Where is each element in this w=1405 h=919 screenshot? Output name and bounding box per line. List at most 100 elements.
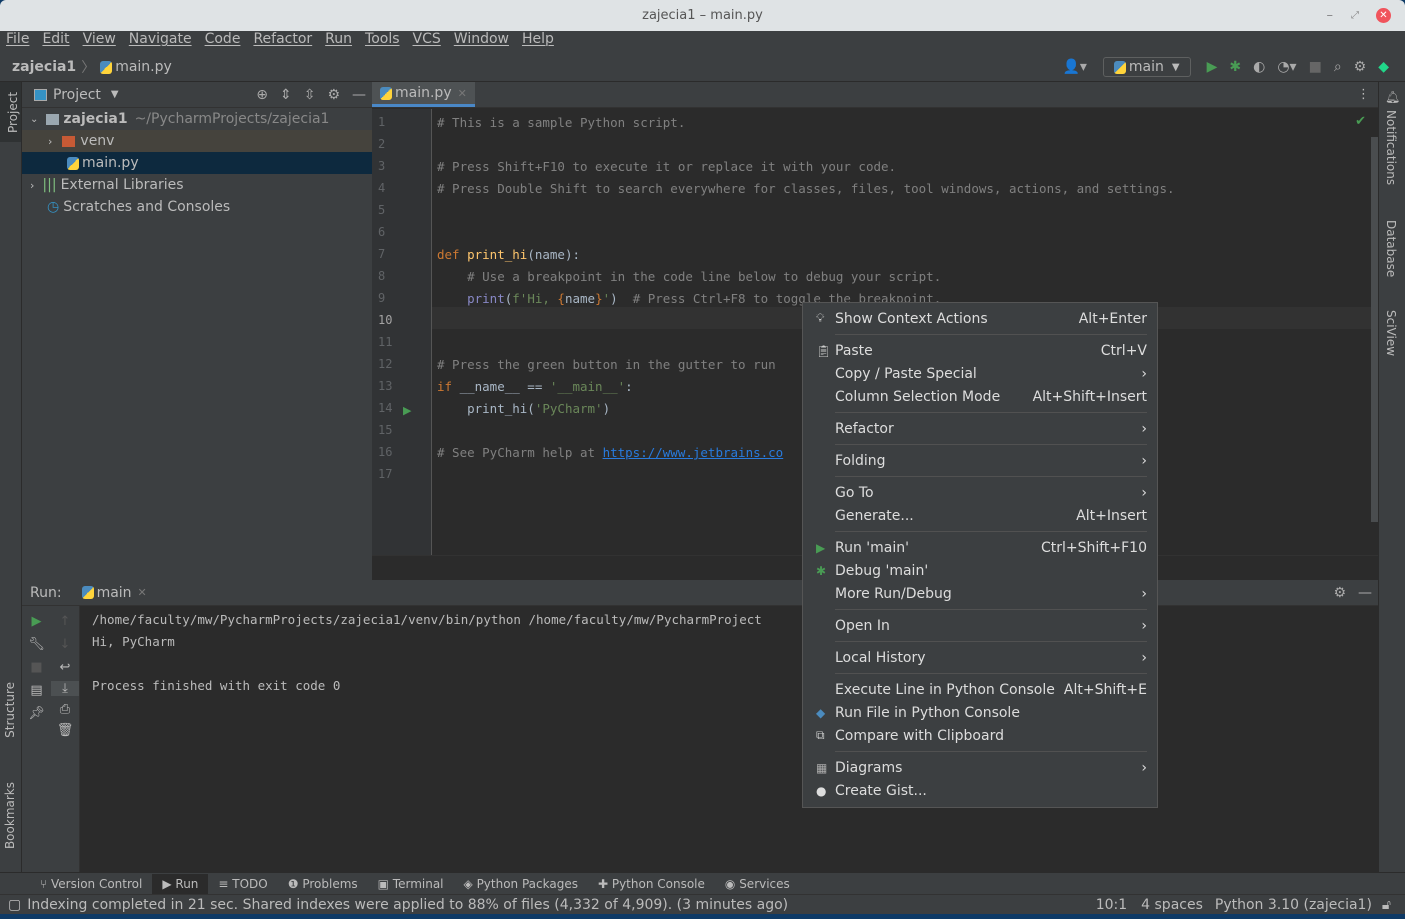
stop-icon[interactable]: ■ (1309, 59, 1322, 75)
status-icon[interactable]: ▢ (8, 897, 21, 913)
wrench-icon[interactable]: 🔧︎ (22, 637, 51, 652)
tree-item-external-libraries[interactable]: › ||| External Libraries (22, 174, 372, 196)
user-icon[interactable]: 👤▾ (1062, 59, 1086, 75)
context-menu-item-execute-line-in-python-console[interactable]: Execute Line in Python Console Alt+Shift+… (803, 678, 1157, 701)
chevron-down-icon[interactable]: ▼ (111, 89, 119, 100)
minimize-button[interactable]: – (1327, 0, 1334, 31)
tree-item-main-py[interactable]: main.py (22, 152, 372, 174)
tool-window-terminal[interactable]: ▣ Terminal (368, 874, 454, 894)
gear-icon[interactable]: ⚙ (327, 87, 340, 103)
menu-view[interactable]: View (83, 31, 116, 53)
context-menu-item-local-history[interactable]: Local History › (803, 646, 1157, 669)
menu-help[interactable]: Help (522, 31, 554, 53)
layout-icon[interactable]: ▤ (22, 683, 51, 698)
close-button[interactable]: ✕ (1376, 8, 1391, 23)
tree-item-project-root[interactable]: ⌄ zajecia1 ~/PycharmProjects/zajecia1 (22, 108, 372, 130)
scroll-to-end-icon[interactable]: ⤓ (51, 681, 79, 696)
up-arrow-icon[interactable]: ↑ (51, 614, 79, 629)
run-config-select[interactable]: main ▼ (1102, 57, 1191, 77)
context-menu-item-show-context-actions[interactable]: 💡︎ Show Context Actions Alt+Enter (803, 307, 1157, 330)
run-icon[interactable]: ▶ (1207, 59, 1218, 75)
tool-window-todo[interactable]: ≡ TODO (208, 874, 277, 894)
interpreter-setting[interactable]: Python 3.10 (zajecia1) (1215, 897, 1372, 913)
rerun-icon[interactable]: ▶ (22, 614, 51, 629)
code-token: print_hi( (437, 401, 535, 416)
context-menu-item-compare-with-clipboard[interactable]: ⧉ Compare with Clipboard (803, 724, 1157, 747)
run-tab[interactable]: main (97, 585, 132, 601)
context-menu-item-debug-main[interactable]: ✱ Debug 'main' (803, 559, 1157, 582)
tab-main-py[interactable]: main.py ✕ (372, 82, 475, 107)
context-menu-item-paste[interactable]: 📋︎ Paste Ctrl+V (803, 339, 1157, 362)
caret-position[interactable]: 10:1 (1096, 897, 1127, 913)
context-menu-item-run-main[interactable]: ▶ Run 'main' Ctrl+Shift+F10 (803, 536, 1157, 559)
print-icon[interactable]: ⎙ (51, 702, 79, 717)
sciview-tool-button[interactable]: SciView (1384, 310, 1398, 356)
more-options-icon[interactable]: ⋮ (1357, 87, 1370, 102)
menu-run[interactable]: Run (325, 31, 352, 53)
locate-icon[interactable]: ⊕ (256, 87, 268, 103)
down-arrow-icon[interactable]: ↓ (51, 637, 79, 652)
coverage-icon[interactable]: ◐ (1253, 59, 1265, 75)
context-menu-item-run-file-in-python-console[interactable]: ◆ Run File in Python Console (803, 701, 1157, 724)
separator-line (835, 334, 1147, 335)
project-view-select[interactable]: Project (53, 87, 101, 103)
tool-window-python-console[interactable]: ✚ Python Console (588, 874, 715, 894)
structure-tool-button[interactable]: Structure (3, 682, 17, 738)
menu-refactor[interactable]: Refactor (253, 31, 312, 53)
stop-icon[interactable]: ■ (22, 660, 51, 675)
project-tool-button[interactable]: Project (0, 82, 21, 142)
lock-icon[interactable]: 🔓︎ (1382, 897, 1391, 913)
context-menu-item-generate[interactable]: Generate... Alt+Insert (803, 504, 1157, 527)
breadcrumb-project[interactable]: zajecia1 (12, 59, 76, 75)
no-problems-check-icon[interactable]: ✔ (1355, 114, 1366, 129)
hide-icon[interactable]: — (1358, 585, 1372, 601)
debug-icon[interactable]: ✱ (1229, 59, 1241, 75)
database-tool-button[interactable]: Database (1384, 220, 1398, 277)
gear-icon[interactable]: ⚙ (1333, 585, 1346, 601)
menu-vcs[interactable]: VCS (413, 31, 441, 53)
menu-code[interactable]: Code (205, 31, 241, 53)
context-menu-item-open-in[interactable]: Open In › (803, 614, 1157, 637)
tool-window-run[interactable]: ▶ Run (152, 873, 209, 894)
tool-window-version-control[interactable]: ⑂ Version Control (30, 874, 152, 894)
editor-scrollbar[interactable] (1371, 137, 1378, 522)
context-menu-item-create-gist[interactable]: ● Create Gist... (803, 779, 1157, 802)
tool-window-python-packages[interactable]: ◈ Python Packages (454, 874, 588, 894)
context-menu-item-more-run-debug[interactable]: More Run/Debug › (803, 582, 1157, 605)
status-message[interactable]: Indexing completed in 21 sec. Shared ind… (27, 897, 788, 913)
tree-item-scratches[interactable]: ◷ Scratches and Consoles (22, 196, 372, 218)
soft-wrap-icon[interactable]: ↩ (51, 660, 79, 675)
menu-file[interactable]: File (6, 31, 29, 53)
menu-navigate[interactable]: Navigate (129, 31, 192, 53)
close-tab-icon[interactable]: ✕ (458, 87, 467, 100)
gear-icon[interactable]: ⚙ (1354, 59, 1367, 75)
context-menu-item-copy-paste-special[interactable]: Copy / Paste Special › (803, 362, 1157, 385)
hide-icon[interactable]: — (352, 87, 366, 103)
notifications-tool-button[interactable]: Notifications (1384, 110, 1398, 185)
collapse-all-icon[interactable]: ⇳ (304, 87, 316, 103)
pin-icon[interactable]: 📌︎ (22, 706, 51, 721)
bookmarks-tool-button[interactable]: Bookmarks (3, 782, 17, 849)
context-menu-item-folding[interactable]: Folding › (803, 449, 1157, 472)
breadcrumb-file[interactable]: main.py (115, 59, 172, 75)
menu-tools[interactable]: Tools (365, 31, 400, 53)
context-menu-item-refactor[interactable]: Refactor › (803, 417, 1157, 440)
context-menu-item-go-to[interactable]: Go To › (803, 481, 1157, 504)
run-gutter-icon[interactable]: ▶ (403, 404, 411, 417)
trash-icon[interactable]: 🗑︎ (51, 723, 79, 738)
menu-edit[interactable]: Edit (42, 31, 69, 53)
search-icon[interactable]: ⌕ (1334, 59, 1342, 75)
menu-window[interactable]: Window (454, 31, 509, 53)
profile-icon[interactable]: ◔▾ (1277, 59, 1296, 75)
expand-all-icon[interactable]: ⇕ (280, 87, 292, 103)
indent-setting[interactable]: 4 spaces (1141, 897, 1203, 913)
context-menu-item-column-selection-mode[interactable]: Column Selection Mode Alt+Shift+Insert (803, 385, 1157, 408)
jetbrains-logo-icon[interactable]: ◆ (1378, 59, 1389, 75)
menu-item-label: Debug 'main' (835, 562, 929, 579)
tree-item-venv[interactable]: › venv (22, 130, 372, 152)
close-tab-icon[interactable]: ✕ (138, 586, 147, 599)
tool-window-services[interactable]: ◉ Services (715, 874, 800, 894)
context-menu-item-diagrams[interactable]: ▦ Diagrams › (803, 756, 1157, 779)
tool-window-problems[interactable]: ❶ Problems (278, 874, 368, 894)
maximize-button[interactable]: ⤢ (1351, 0, 1359, 31)
